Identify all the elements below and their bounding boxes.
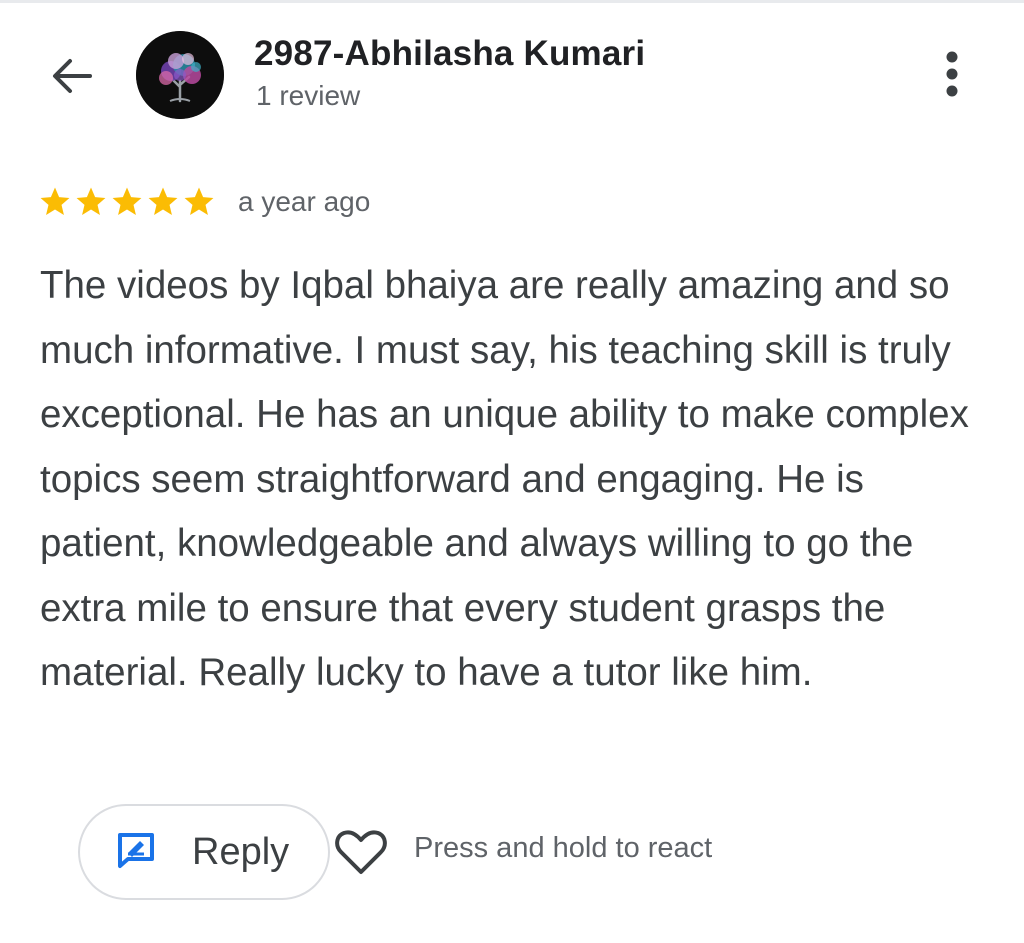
tree-avatar-image <box>136 31 224 119</box>
react-hint-text: Press and hold to react <box>414 832 713 864</box>
star-icon <box>112 187 142 216</box>
heart-outline-icon <box>334 828 388 881</box>
star-icon <box>184 187 214 216</box>
reply-button[interactable]: Reply <box>78 804 330 900</box>
avatar[interactable] <box>136 31 224 119</box>
reply-icon <box>116 831 156 874</box>
reply-label: Reply <box>192 830 290 873</box>
rating-row: a year ago <box>38 180 370 224</box>
star-icon <box>148 187 178 216</box>
more-options-button[interactable] <box>926 48 978 104</box>
review-date: a year ago <box>238 186 371 217</box>
arrow-left-icon <box>50 56 94 101</box>
review-count: 1 review <box>256 80 361 111</box>
react-button[interactable] <box>330 826 392 882</box>
review-text: The videos by Iqbal bhaiya are really am… <box>40 264 969 694</box>
author-name[interactable]: 2987-Abhilasha Kumari <box>254 34 645 74</box>
more-vertical-icon <box>944 51 960 102</box>
star-rating <box>38 185 216 219</box>
star-icon <box>76 187 106 216</box>
top-divider <box>0 0 1024 3</box>
star-icon <box>40 187 70 216</box>
back-button[interactable] <box>44 50 100 106</box>
